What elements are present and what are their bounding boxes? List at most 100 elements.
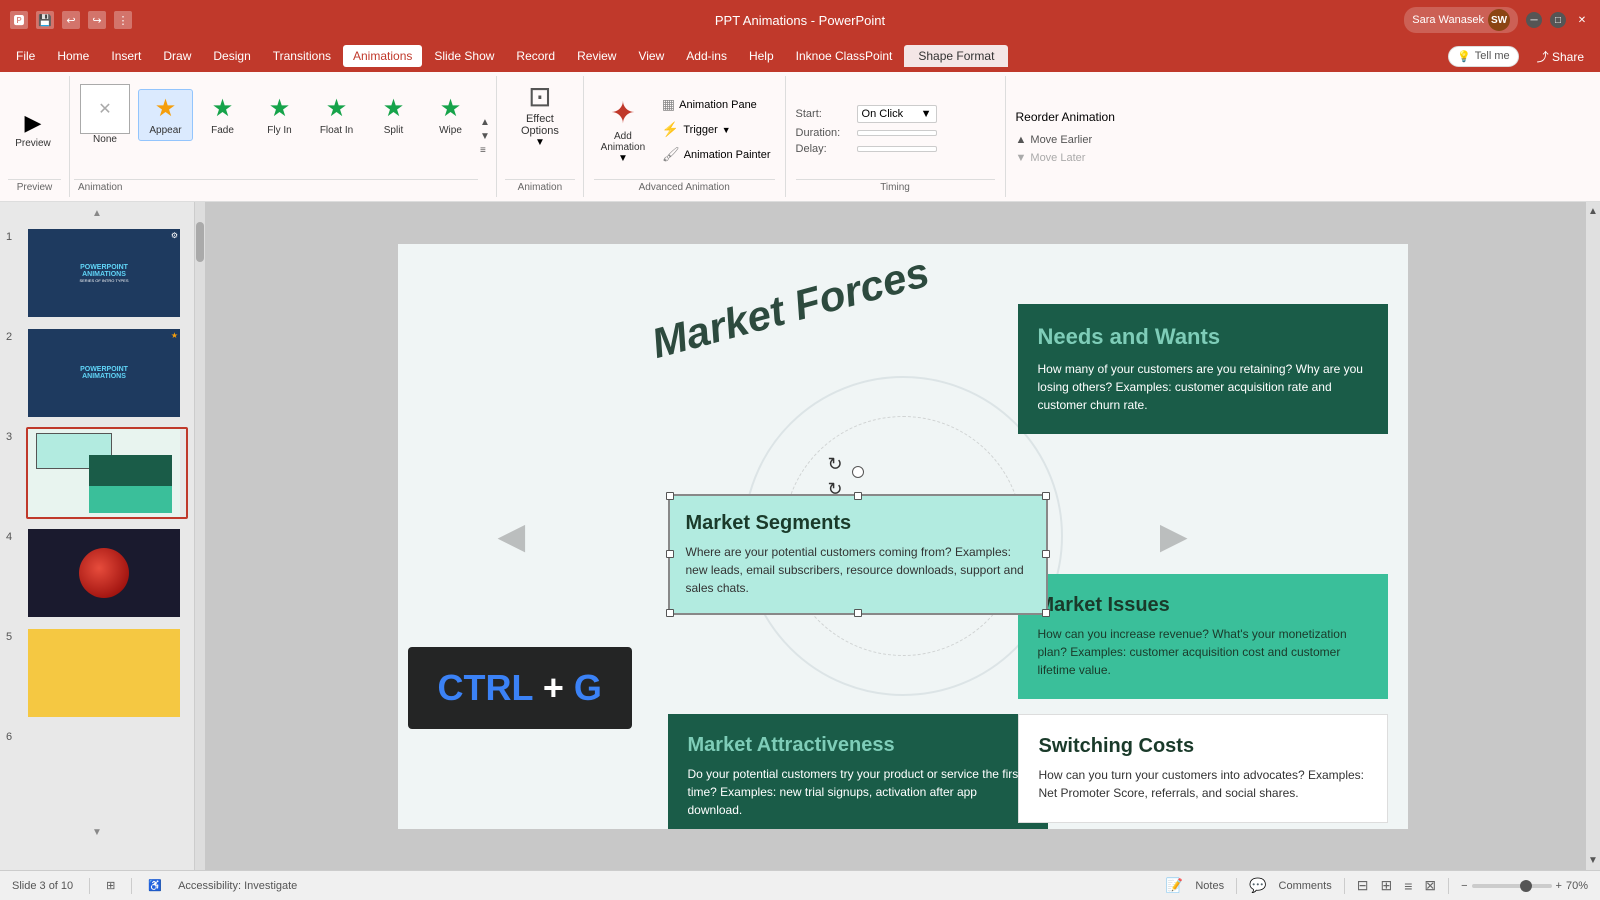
anim-appear[interactable]: ★ Appear — [138, 89, 193, 141]
slide-img-4[interactable] — [26, 527, 188, 619]
slide-thumb-4[interactable]: 4 — [4, 525, 190, 621]
animation-painter-button[interactable]: 🖌 Animation Painter — [658, 144, 775, 165]
view-reading-icon[interactable]: ≡ — [1404, 878, 1412, 894]
zoom-thumb[interactable] — [1520, 880, 1532, 892]
undo-icon[interactable]: ↩ — [62, 11, 80, 29]
canvas-scroll-up[interactable]: ▲ — [1588, 206, 1598, 217]
slide3-green — [89, 455, 173, 486]
handle-tm[interactable] — [854, 492, 862, 500]
menu-file[interactable]: File — [6, 45, 45, 67]
handle-bm[interactable] — [854, 609, 862, 617]
slide-thumb-6[interactable]: 6 — [4, 725, 190, 821]
minimize-button[interactable]: ─ — [1526, 12, 1542, 28]
anim-split[interactable]: ★ Split — [366, 90, 421, 140]
move-later-button[interactable]: ▼ Move Later — [1016, 152, 1136, 164]
menu-addins[interactable]: Add-ins — [676, 45, 737, 67]
status-divider-4 — [1344, 878, 1345, 894]
effect-options-group[interactable]: ⊡ Effect Options ▼ Animation — [497, 76, 584, 197]
handle-br[interactable] — [1042, 609, 1050, 617]
canvas-scrollbar[interactable]: ▲ ▼ — [1586, 202, 1600, 870]
menu-home[interactable]: Home — [47, 45, 99, 67]
market-issues-box[interactable]: Market Issues How can you increase reven… — [1018, 574, 1388, 699]
anim-wipe[interactable]: ★ Wipe — [423, 90, 478, 140]
view-presenter-icon[interactable]: ⊠ — [1424, 877, 1436, 894]
delay-input[interactable] — [857, 146, 937, 152]
menu-insert[interactable]: Insert — [101, 45, 151, 67]
slide-img-3[interactable] — [26, 427, 188, 519]
quick-access-icon[interactable]: ⋮ — [114, 11, 132, 29]
menu-classpoint[interactable]: Inknoe ClassPoint — [786, 45, 903, 67]
needs-wants-box[interactable]: Needs and Wants How many of your custome… — [1018, 304, 1388, 434]
start-select[interactable]: On Click ▼ — [857, 105, 937, 123]
maximize-button[interactable]: □ — [1550, 12, 1566, 28]
scrollbar-thumb[interactable] — [196, 222, 204, 262]
effect-options-button[interactable]: ⊡ Effect Options ▼ — [510, 80, 570, 148]
market-attractiveness-box[interactable]: Market Attractiveness Do your potential … — [668, 714, 1048, 829]
menu-shape-format[interactable]: Shape Format — [904, 45, 1008, 67]
user-badge[interactable]: Sara Wanasek SW — [1404, 7, 1518, 33]
slide-thumb-1[interactable]: 1 POWERPOINTANIMATIONS SERIES OF INTRO T… — [4, 225, 190, 321]
anim-none[interactable]: ✕ None — [74, 80, 136, 149]
zoom-out-icon[interactable]: − — [1461, 880, 1467, 892]
handle-ml[interactable] — [666, 550, 674, 558]
anim-floatin[interactable]: ★ Float In — [309, 90, 364, 140]
menu-record[interactable]: Record — [506, 45, 565, 67]
handle-mr[interactable] — [1042, 550, 1050, 558]
tell-me-input[interactable]: 💡 Tell me — [1448, 46, 1519, 67]
menu-review[interactable]: Review — [567, 45, 626, 67]
anim-flyin[interactable]: ★ Fly In — [252, 90, 307, 140]
slide-panel-scroll-down[interactable]: ▼ — [4, 825, 190, 840]
slide-scrollbar[interactable] — [195, 202, 205, 870]
share-button[interactable]: ⤴ Share — [1527, 44, 1594, 69]
switching-costs-box[interactable]: Switching Costs How can you turn your cu… — [1018, 714, 1388, 823]
close-button[interactable]: ✕ — [1574, 12, 1590, 28]
slide-panel-scroll-up[interactable]: ▲ — [4, 206, 190, 221]
menu-draw[interactable]: Draw — [153, 45, 201, 67]
slide-img-2[interactable]: POWERPOINTANIMATIONS ★ — [26, 327, 188, 419]
scroll-down-arrow[interactable]: ▼ — [480, 130, 490, 144]
add-animation-label: Add Animation — [598, 131, 648, 153]
menu-animations[interactable]: Animations — [343, 45, 422, 67]
add-animation-button[interactable]: ✦ Add Animation ▼ — [594, 92, 652, 168]
menu-view[interactable]: View — [628, 45, 674, 67]
rotate-handle[interactable] — [852, 466, 864, 478]
accessibility-text[interactable]: Accessibility: Investigate — [178, 880, 297, 892]
duration-input[interactable] — [857, 130, 937, 136]
redo-icon[interactable]: ↪ — [88, 11, 106, 29]
scroll-up-arrow[interactable]: ▲ — [480, 116, 490, 130]
market-segments-box[interactable]: Market Segments Where are your potential… — [668, 494, 1048, 615]
slide-img-5[interactable] — [26, 627, 188, 719]
handle-tl[interactable] — [666, 492, 674, 500]
accessibility-icon: ♿ — [148, 879, 162, 892]
slide-img-1[interactable]: POWERPOINTANIMATIONS SERIES OF INTRO TYP… — [26, 227, 188, 319]
zoom-control[interactable]: − + 70% — [1461, 880, 1588, 892]
move-earlier-button[interactable]: ▲ Move Earlier — [1016, 134, 1136, 146]
start-select-arrow: ▼ — [921, 108, 932, 120]
zoom-slider[interactable] — [1472, 884, 1552, 888]
rotate-icon-1[interactable]: ↻ — [828, 454, 843, 475]
scroll-more-arrow[interactable]: ≡ — [480, 144, 490, 158]
save-icon[interactable]: 💾 — [36, 11, 54, 29]
notes-label[interactable]: Notes — [1195, 880, 1224, 892]
slide-thumb-5[interactable]: 5 — [4, 625, 190, 721]
canvas-scroll-down[interactable]: ▼ — [1588, 855, 1598, 866]
anim-fade[interactable]: ★ Fade — [195, 90, 250, 140]
trigger-button[interactable]: ⚡ Trigger ▼ — [658, 119, 775, 140]
handle-tr[interactable] — [1042, 492, 1050, 500]
slide2-bg: POWERPOINTANIMATIONS — [28, 329, 180, 417]
preview-button[interactable]: ▶ Preview — [8, 106, 58, 153]
move-later-icon: ▼ — [1016, 152, 1027, 164]
menu-design[interactable]: Design — [203, 45, 260, 67]
view-normal-icon[interactable]: ⊟ — [1357, 877, 1369, 894]
animation-pane-button[interactable]: ▦ Animation Pane — [658, 94, 775, 115]
slide-thumb-3[interactable]: 3 — [4, 425, 190, 521]
slide-thumb-2[interactable]: 2 POWERPOINTANIMATIONS ★ — [4, 325, 190, 421]
menu-slideshow[interactable]: Slide Show — [424, 45, 504, 67]
menu-help[interactable]: Help — [739, 45, 784, 67]
comments-label[interactable]: Comments — [1279, 880, 1332, 892]
menu-transitions[interactable]: Transitions — [263, 45, 341, 67]
handle-bl[interactable] — [666, 609, 674, 617]
view-slide-sorter-icon[interactable]: ⊞ — [1380, 877, 1392, 894]
zoom-in-icon[interactable]: + — [1556, 880, 1562, 892]
slide-img-6[interactable] — [26, 727, 188, 819]
